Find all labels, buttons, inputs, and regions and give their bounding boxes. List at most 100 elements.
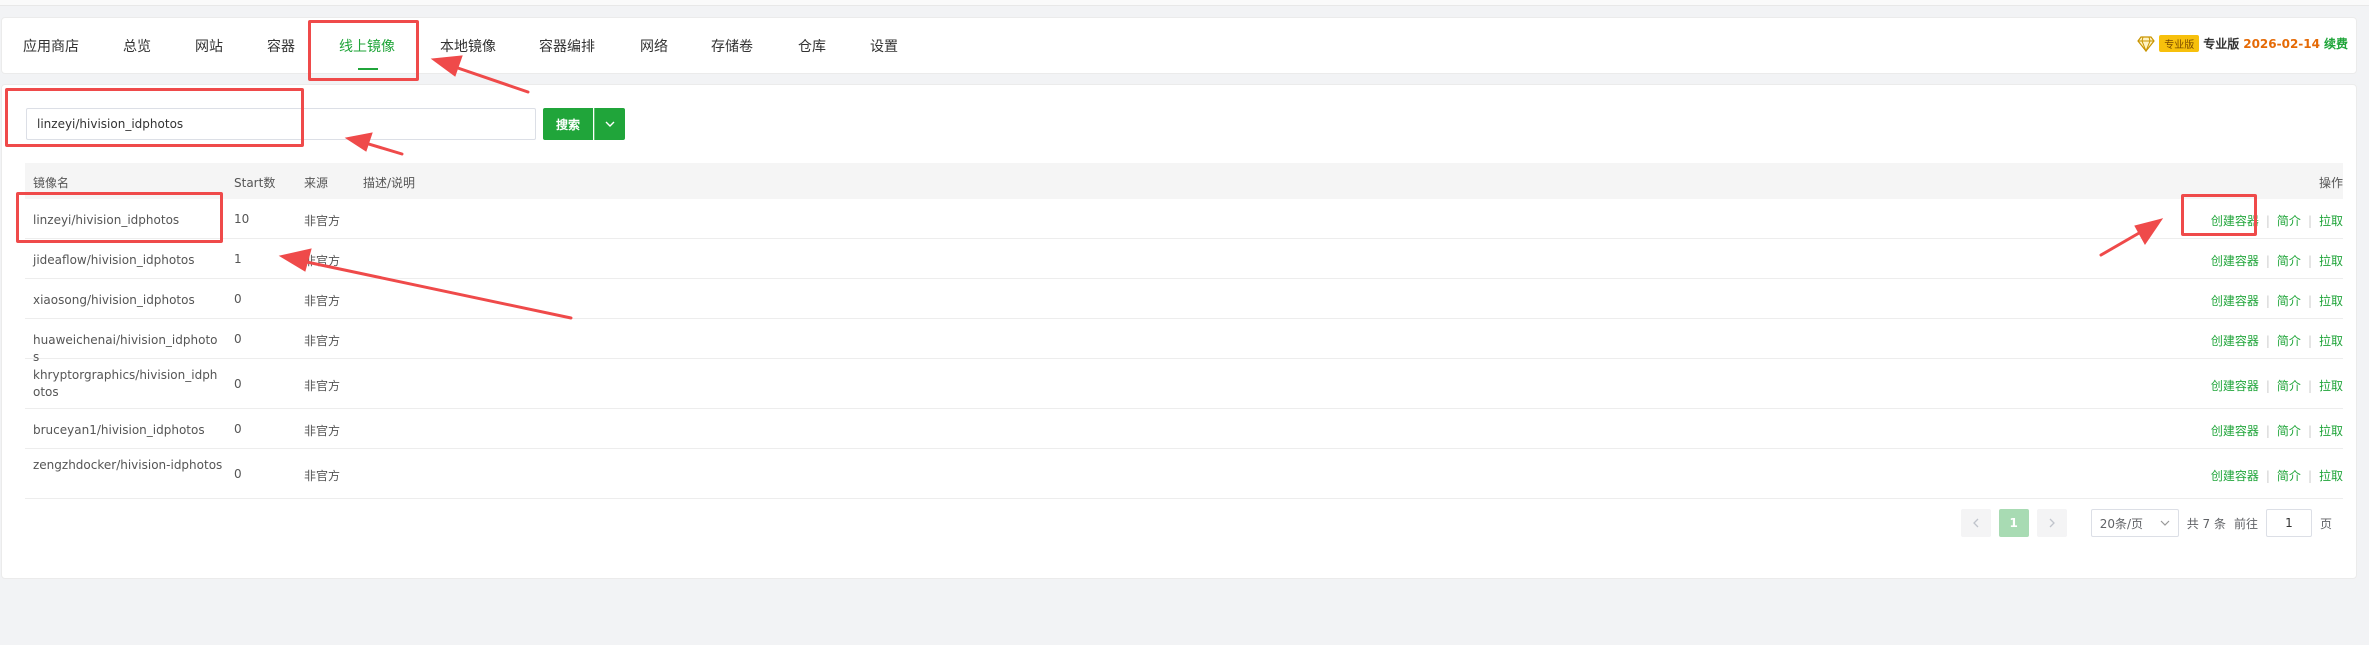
image-source: 非官方	[304, 294, 341, 308]
diamond-icon	[2137, 35, 2155, 52]
intro-link[interactable]: 简介	[2277, 252, 2301, 269]
tab-local-images[interactable]: 本地镜像	[440, 36, 496, 56]
pull-link[interactable]: 拉取	[2319, 212, 2343, 229]
divider: |	[2307, 468, 2312, 483]
divider: |	[2265, 468, 2270, 483]
search-options-dropdown[interactable]	[594, 108, 625, 140]
create-container-link[interactable]: 创建容器	[2211, 332, 2259, 349]
image-name: bruceyan1/hivision_idphotos	[33, 423, 205, 437]
col-source: 来源	[304, 176, 329, 190]
table-row: jideaflow/hivision_idphotos 1 非官方 创建容器 | 简介 | 拉…	[25, 239, 2343, 279]
divider: |	[2265, 293, 2270, 308]
pro-edition-label: 专业版	[2203, 37, 2240, 51]
divider: |	[2265, 423, 2270, 438]
create-container-link[interactable]: 创建容器	[2211, 292, 2259, 309]
image-name: khryptorgraphics/hivision_idphotos	[33, 368, 218, 399]
divider: |	[2307, 378, 2312, 393]
star-count: 0	[234, 332, 242, 346]
pull-link[interactable]: 拉取	[2319, 252, 2343, 269]
intro-link[interactable]: 简介	[2277, 212, 2301, 229]
intro-link[interactable]: 简介	[2277, 332, 2301, 349]
divider: |	[2265, 213, 2270, 228]
tab-containers[interactable]: 容器	[267, 36, 295, 56]
tab-volumes[interactable]: 存储卷	[711, 36, 753, 56]
annotation-box-tab	[308, 20, 419, 81]
create-container-link[interactable]: 创建容器	[2211, 467, 2259, 484]
divider: |	[2307, 333, 2312, 348]
image-table: 镜像名 Start数 来源 描述/说明 操作 linzeyi/hivision_…	[25, 163, 2343, 499]
image-name: zengzhdocker/hivision-idphotos	[33, 458, 223, 472]
page-suffix: 页	[2319, 516, 2332, 531]
create-container-link[interactable]: 创建容器	[2211, 422, 2259, 439]
tab-websites[interactable]: 网站	[195, 36, 223, 56]
image-name: xiaosong/hivision_idphotos	[33, 293, 195, 307]
row-actions: 创建容器 | 简介 | 拉取	[2211, 332, 2343, 349]
table-row: huaweichenai/hivision_idphotos 0 非官方 创建容器 | 简…	[25, 319, 2343, 364]
annotation-box-search	[5, 88, 304, 147]
image-name: jideaflow/hivision_idphotos	[33, 253, 195, 267]
create-container-link[interactable]: 创建容器	[2211, 377, 2259, 394]
divider: |	[2307, 423, 2312, 438]
tab-overview[interactable]: 总览	[123, 36, 151, 56]
intro-link[interactable]: 简介	[2277, 292, 2301, 309]
image-source: 非官方	[304, 254, 341, 268]
search-button[interactable]: 搜索	[543, 108, 593, 140]
prev-page-button[interactable]	[1960, 509, 1991, 537]
page-number-current[interactable]: 1	[1998, 509, 2029, 537]
pro-status: 专业版 专业版 2026-02-14 续费	[2137, 35, 2348, 52]
divider: |	[2307, 293, 2312, 308]
goto-page-input[interactable]: 1	[2265, 509, 2312, 537]
divider: |	[2307, 213, 2312, 228]
row-actions: 创建容器 | 简介 | 拉取	[2211, 422, 2343, 439]
divider: |	[2265, 253, 2270, 268]
goto-label: 前往	[2233, 516, 2258, 531]
star-count: 0	[234, 422, 242, 436]
col-description: 描述/说明	[363, 176, 416, 190]
col-actions: 操作	[2318, 176, 2343, 190]
table-header: 镜像名 Start数 来源 描述/说明 操作	[25, 163, 2343, 199]
tab-network[interactable]: 网络	[640, 36, 668, 56]
main-panel: 搜索 镜像名 Start数 来源 描述/说明 操作 linzeyi/hivisi…	[1, 84, 2357, 579]
col-stars: Start数	[234, 176, 276, 190]
star-count: 0	[234, 377, 242, 391]
pull-link[interactable]: 拉取	[2319, 292, 2343, 309]
image-source: 非官方	[304, 214, 341, 228]
divider: |	[2265, 333, 2270, 348]
chevron-right-icon	[2049, 518, 2055, 528]
divider: |	[2265, 378, 2270, 393]
table-row: bruceyan1/hivision_idphotos 0 非官方 创建容器 | 简介 | 拉…	[25, 409, 2343, 449]
table-row: linzeyi/hivision_idphotos 10 非官方 创建容器 | 简介 | 拉取	[25, 199, 2343, 239]
star-count: 0	[234, 467, 242, 481]
star-count: 1	[234, 252, 242, 266]
renew-link[interactable]: 续费	[2324, 35, 2348, 52]
pro-badge: 专业版	[2159, 35, 2200, 52]
row-actions: 创建容器 | 简介 | 拉取	[2211, 252, 2343, 269]
tab-app-store[interactable]: 应用商店	[23, 36, 79, 56]
row-actions: 创建容器 | 简介 | 拉取	[2211, 292, 2343, 309]
chevron-left-icon	[1972, 518, 1979, 528]
pagination: 1 20条/页 共 7 条 前往 1 页	[1960, 509, 2332, 537]
star-count: 0	[234, 292, 242, 306]
pull-link[interactable]: 拉取	[2319, 422, 2343, 439]
chevron-down-icon	[2160, 520, 2170, 526]
tab-settings[interactable]: 设置	[870, 36, 898, 56]
row-actions: 创建容器 | 简介 | 拉取	[2211, 377, 2343, 394]
create-container-link[interactable]: 创建容器	[2211, 252, 2259, 269]
tab-compose[interactable]: 容器编排	[539, 36, 595, 56]
pull-link[interactable]: 拉取	[2319, 332, 2343, 349]
page-size-select[interactable]: 20条/页	[2090, 509, 2179, 537]
annotation-box-create	[2181, 194, 2257, 236]
next-page-button[interactable]	[2036, 509, 2067, 537]
intro-link[interactable]: 简介	[2277, 422, 2301, 439]
tab-registry[interactable]: 仓库	[798, 36, 826, 56]
pull-link[interactable]: 拉取	[2319, 377, 2343, 394]
intro-link[interactable]: 简介	[2277, 377, 2301, 394]
pull-link[interactable]: 拉取	[2319, 467, 2343, 484]
image-source: 非官方	[304, 424, 341, 438]
top-strip	[0, 0, 2369, 6]
total-count: 共 7 条	[2186, 516, 2226, 531]
intro-link[interactable]: 简介	[2277, 467, 2301, 484]
col-image-name: 镜像名	[33, 176, 70, 190]
annotation-box-first-row	[16, 192, 223, 243]
row-actions: 创建容器 | 简介 | 拉取	[2211, 467, 2343, 484]
